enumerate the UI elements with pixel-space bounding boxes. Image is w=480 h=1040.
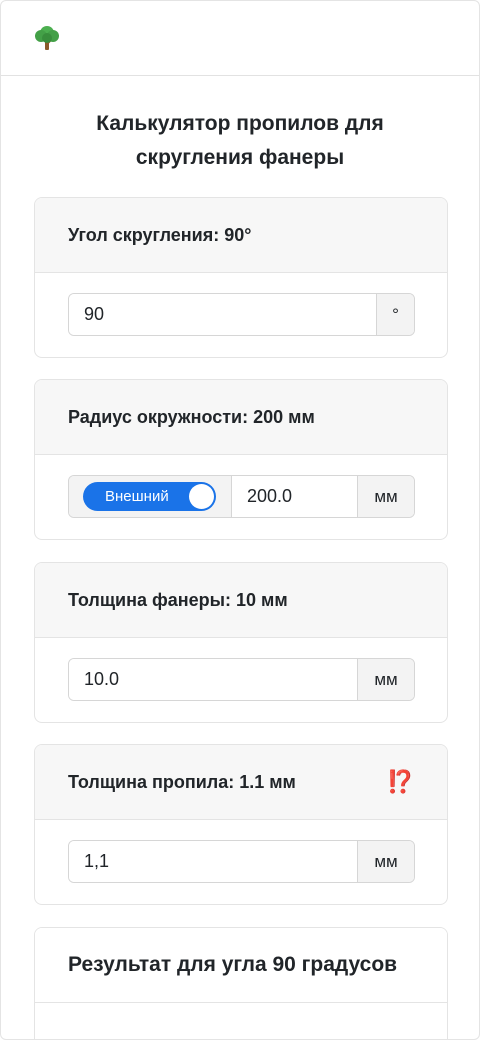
kerf-input-group: мм bbox=[68, 840, 415, 883]
angle-card-header: Угол скругления: 90° bbox=[35, 198, 447, 273]
angle-card: Угол скругления: 90° ° bbox=[34, 197, 448, 358]
app-frame: Калькулятор пропилов для скругления фане… bbox=[0, 0, 480, 1040]
radius-type-toggle[interactable]: Внешний bbox=[83, 482, 216, 511]
kerf-card-header: Толщина пропила: 1.1 мм ⁉️ bbox=[35, 745, 447, 820]
angle-input[interactable] bbox=[69, 294, 376, 335]
radius-input-group: Внешний мм bbox=[68, 475, 415, 518]
angle-input-group: ° bbox=[68, 293, 415, 336]
warning-icon[interactable]: ⁉️ bbox=[387, 769, 414, 795]
kerf-card: Толщина пропила: 1.1 мм ⁉️ мм bbox=[34, 744, 448, 905]
tree-icon[interactable] bbox=[33, 24, 61, 52]
kerf-unit: мм bbox=[357, 841, 414, 882]
thickness-unit: мм bbox=[357, 659, 414, 700]
radius-card-body: Внешний мм bbox=[35, 455, 447, 539]
thickness-input[interactable] bbox=[69, 659, 357, 700]
kerf-input[interactable] bbox=[69, 841, 357, 882]
thickness-label: Толщина фанеры: 10 мм bbox=[68, 589, 288, 610]
page-title: Калькулятор пропилов для скругления фане… bbox=[96, 112, 384, 169]
toggle-knob bbox=[189, 484, 214, 509]
radius-label: Радиус окружности: 200 мм bbox=[68, 406, 315, 427]
angle-label: Угол скругления: 90° bbox=[68, 224, 252, 245]
result-card-header: Результат для угла 90 градусов bbox=[35, 928, 447, 1003]
radius-unit: мм bbox=[357, 476, 414, 517]
result-card: Результат для угла 90 градусов bbox=[34, 927, 448, 1039]
radius-type-toggle-label: Внешний bbox=[105, 488, 169, 505]
radius-type-toggle-wrap: Внешний bbox=[69, 476, 232, 517]
kerf-label: Толщина пропила: 1.1 мм bbox=[68, 771, 296, 792]
thickness-input-group: мм bbox=[68, 658, 415, 701]
kerf-card-body: мм bbox=[35, 820, 447, 904]
result-label: Результат для угла 90 градусов bbox=[68, 953, 398, 976]
navbar bbox=[1, 1, 479, 76]
angle-card-body: ° bbox=[35, 273, 447, 357]
radius-input[interactable] bbox=[232, 476, 357, 517]
radius-card: Радиус окружности: 200 мм Внешний мм bbox=[34, 379, 448, 540]
thickness-card: Толщина фанеры: 10 мм мм bbox=[34, 562, 448, 723]
radius-card-header: Радиус окружности: 200 мм bbox=[35, 380, 447, 455]
angle-unit: ° bbox=[376, 294, 414, 335]
thickness-card-header: Толщина фанеры: 10 мм bbox=[35, 563, 447, 638]
thickness-card-body: мм bbox=[35, 638, 447, 722]
